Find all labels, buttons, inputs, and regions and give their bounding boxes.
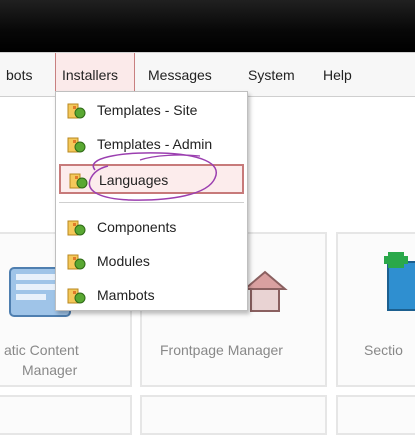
annotation-circle xyxy=(88,152,218,201)
